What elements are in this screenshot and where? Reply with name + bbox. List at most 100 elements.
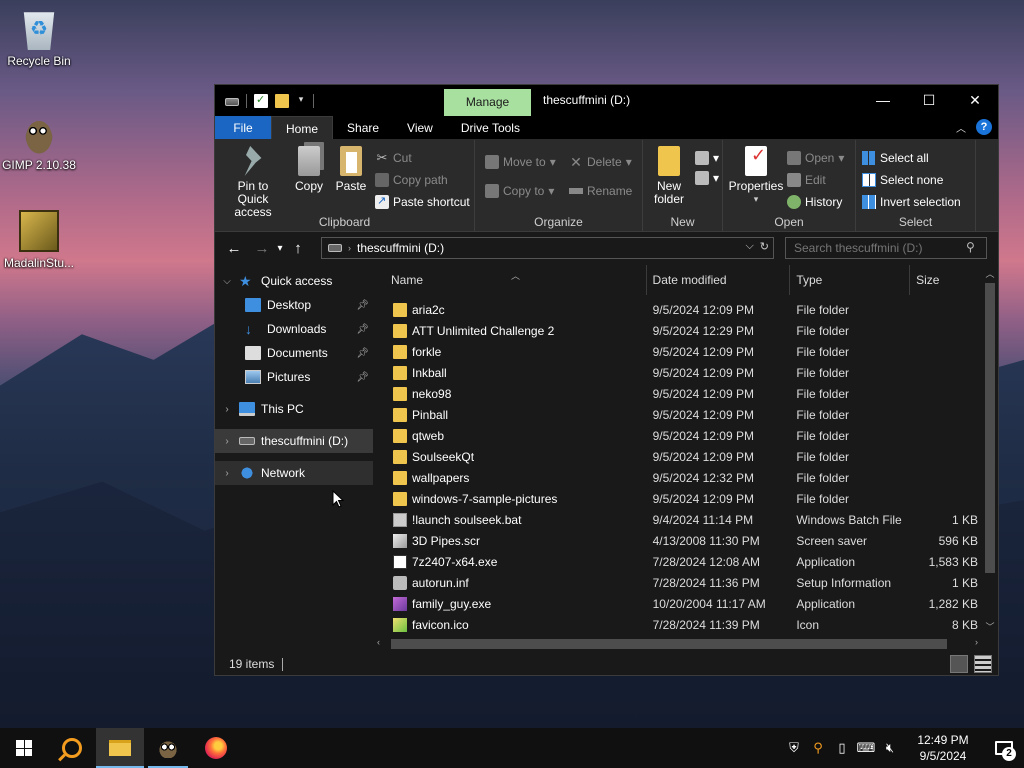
file-row[interactable]: qtweb 9/5/2024 12:09 PM File folder (373, 425, 982, 446)
horizontal-scrollbar[interactable]: ‹ › (373, 635, 982, 653)
nav-documents[interactable]: Documents 📌︎ (215, 341, 373, 365)
copy-path-button[interactable]: Copy path (375, 170, 448, 190)
security-icon[interactable]: ⛨ (782, 740, 806, 756)
properties-icon[interactable] (254, 93, 268, 108)
file-row[interactable]: wallpapers 9/5/2024 12:32 PM File folder (373, 467, 982, 488)
collapsed-chevron-icon[interactable]: › (215, 468, 239, 479)
network-status-icon[interactable]: ⌨ (854, 740, 878, 756)
nav-downloads[interactable]: ↓ Downloads 📌︎ (215, 317, 373, 341)
clock[interactable]: 12:49 PM 9/5/2024 (908, 732, 978, 764)
scroll-left-icon[interactable]: ‹ (377, 637, 380, 647)
nav-desktop[interactable]: Desktop 📌︎ (215, 293, 373, 317)
scroll-down-icon[interactable]: ﹀ (982, 620, 998, 633)
file-row[interactable]: neko98 9/5/2024 12:09 PM File folder (373, 383, 982, 404)
copy-button[interactable]: Copy (289, 146, 329, 193)
address-history-chevron-icon[interactable]: ⌵ (745, 240, 753, 253)
expanded-chevron-icon[interactable]: ⌵ (215, 276, 239, 287)
close-button[interactable]: ✕ (952, 85, 998, 116)
nav-pictures[interactable]: Pictures 📌︎ (215, 365, 373, 389)
up-arrow-icon[interactable]: ↑ (287, 240, 309, 257)
vertical-scrollbar[interactable]: ︿ ﹀ (982, 265, 998, 635)
file-row[interactable]: autorun.inf 7/28/2024 11:36 PM Setup Infor… (373, 572, 982, 593)
file-row[interactable]: favicon.ico 7/28/2024 11:39 PM Icon 8 KB (373, 614, 982, 635)
file-row[interactable]: family_guy.exe 10/20/2004 11:17 AM Applica… (373, 593, 982, 614)
search-app-icon[interactable]: ⚲ (806, 740, 830, 756)
select-all-button[interactable]: Select all (862, 148, 929, 168)
open-button[interactable]: Open ▾ (787, 148, 844, 168)
taskbar-gimp[interactable] (144, 728, 192, 768)
paste-button[interactable]: Paste (331, 146, 371, 193)
column-header-size[interactable]: Size (910, 265, 982, 295)
notification-center-button[interactable]: 2 (984, 728, 1024, 768)
nav-this-pc[interactable]: › This PC (215, 397, 373, 421)
taskbar-firefox[interactable] (192, 728, 240, 768)
nav-network[interactable]: › Network (215, 461, 373, 485)
horizontal-scroll-thumb[interactable] (391, 639, 947, 649)
recent-locations-chevron-icon[interactable]: ▾ (273, 243, 287, 254)
new-item-button[interactable]: ▾ (695, 148, 719, 168)
desktop-icon-recycle-bin[interactable]: Recycle Bin (1, 8, 77, 68)
maximize-button[interactable]: ☐ (906, 85, 952, 116)
taskbar-file-explorer[interactable] (96, 728, 144, 768)
file-row[interactable]: Pinball 9/5/2024 12:09 PM File folder (373, 404, 982, 425)
desktop-icon-madalin[interactable]: MadalinStu... (1, 210, 77, 270)
edit-button[interactable]: Edit (787, 170, 826, 190)
delete-button[interactable]: ✕ Delete ▾ (569, 152, 632, 172)
column-header-name[interactable]: ︿ Name (373, 265, 647, 295)
help-icon[interactable]: ? (976, 119, 992, 135)
back-arrow-icon[interactable]: ← (223, 240, 245, 257)
forward-arrow-icon[interactable]: → (251, 240, 273, 257)
file-row[interactable]: Inkball 9/5/2024 12:09 PM File folder (373, 362, 982, 383)
tab-manage[interactable]: Manage (444, 89, 531, 116)
tab-home[interactable]: Home (271, 116, 334, 139)
refresh-icon[interactable]: ↻ (760, 240, 769, 253)
customize-toolbar-chevron-icon[interactable]: ▾ (296, 94, 306, 108)
large-icons-view-icon[interactable] (974, 655, 992, 673)
nav-quick-access[interactable]: ⌵ ★ Quick access (215, 269, 373, 293)
file-row[interactable]: !launch soulseek.bat 9/4/2024 11:14 PM Win… (373, 509, 982, 530)
title-bar[interactable]: ▾ Manage thescuffmini (D:) — ☐ ✕ (215, 85, 998, 116)
easy-access-button[interactable]: ▾ (695, 168, 719, 188)
file-row[interactable]: windows-7-sample-pictures 9/5/2024 12:09 … (373, 488, 982, 509)
breadcrumb-current[interactable]: thescuffmini (D:) (357, 241, 444, 255)
tab-drive-tools[interactable]: Drive Tools (447, 116, 534, 139)
volume-muted-icon[interactable]: 🔇︎ (878, 740, 902, 756)
file-row[interactable]: 3D Pipes.scr 4/13/2008 11:30 PM Screen sav… (373, 530, 982, 551)
address-bar[interactable]: › thescuffmini (D:) ⌵ ↻ (321, 237, 774, 259)
file-row[interactable]: aria2c 9/5/2024 12:09 PM File folder (373, 299, 982, 320)
invert-selection-button[interactable]: Invert selection (862, 192, 961, 212)
properties-button[interactable]: Properties ▾ (727, 146, 785, 206)
history-button[interactable]: History (787, 192, 842, 212)
scroll-right-icon[interactable]: › (975, 637, 978, 647)
pin-to-quick-access-button[interactable]: Pin to Quick access (221, 146, 285, 219)
file-row[interactable]: 7z2407-x64.exe 7/28/2024 12:08 AM Applicat… (373, 551, 982, 572)
select-none-button[interactable]: Select none (862, 170, 943, 190)
new-folder-icon[interactable] (275, 93, 289, 108)
usb-drive-icon[interactable]: ▯ (830, 740, 854, 756)
move-to-button[interactable]: Move to ▾ (485, 152, 556, 172)
minimize-ribbon-chevron-icon[interactable]: ︿ (956, 120, 966, 135)
search-input[interactable] (785, 237, 987, 259)
vertical-scroll-thumb[interactable] (985, 283, 995, 573)
details-view-icon[interactable] (950, 655, 968, 673)
breadcrumb-chevron-icon[interactable]: › (348, 243, 351, 253)
collapsed-chevron-icon[interactable]: › (215, 436, 239, 447)
column-header-type[interactable]: Type (790, 265, 911, 295)
rename-button[interactable]: Rename (569, 181, 632, 201)
start-button[interactable] (0, 728, 48, 768)
copy-to-button[interactable]: Copy to ▾ (485, 181, 554, 201)
nav-drive-d[interactable]: › thescuffmini (D:) (215, 429, 373, 453)
tab-view[interactable]: View (393, 116, 447, 139)
file-row[interactable]: SoulseekQt 9/5/2024 12:09 PM File folder (373, 446, 982, 467)
taskbar-search-button[interactable] (48, 728, 96, 768)
desktop-icon-gimp[interactable]: GIMP 2.10.38 (1, 112, 77, 172)
scroll-up-icon[interactable]: ︿ (982, 267, 998, 280)
file-row[interactable]: ATT Unlimited Challenge 2 9/5/2024 12:29 … (373, 320, 982, 341)
cut-button[interactable]: ✂ Cut (375, 148, 412, 168)
paste-shortcut-button[interactable]: Paste shortcut (375, 192, 470, 212)
file-row[interactable]: forkle 9/5/2024 12:09 PM File folder (373, 341, 982, 362)
column-header-date[interactable]: Date modified (647, 265, 791, 295)
tab-file[interactable]: File (215, 116, 271, 139)
new-folder-button[interactable]: New folder (647, 146, 691, 206)
tab-share[interactable]: Share (333, 116, 393, 139)
